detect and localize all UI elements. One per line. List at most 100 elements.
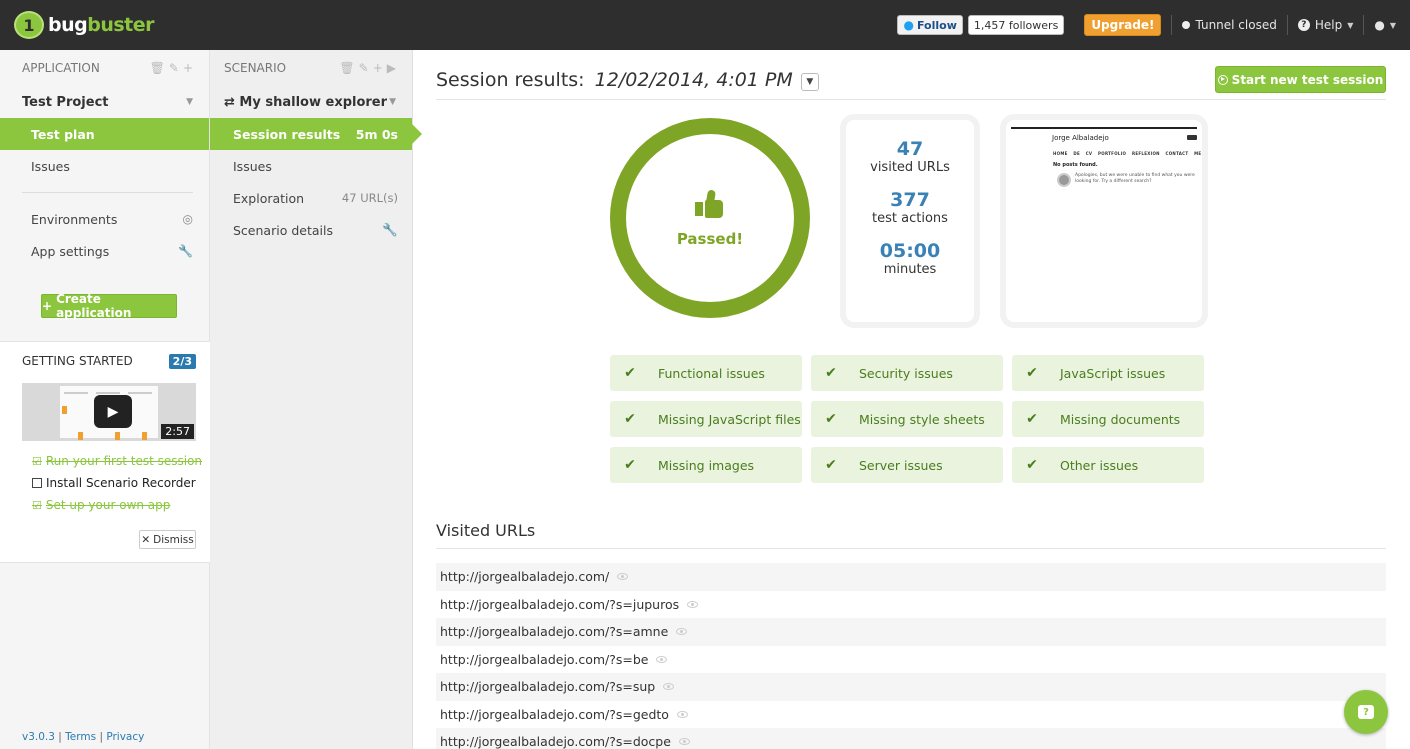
check-javascript-issues: ✔ JavaScript issues: [1012, 355, 1204, 391]
check-icon: ✔: [624, 365, 636, 381]
visited-urls-list: http://jorgealbaladejo.com/ http://jorge…: [436, 563, 1386, 749]
application-tools[interactable]: 🗑✎+: [150, 61, 197, 75]
create-application-button[interactable]: + Create application: [41, 292, 177, 320]
version-link[interactable]: v3.0.3: [22, 731, 55, 743]
url-row[interactable]: http://jorgealbaladejo.com/?s=sup: [436, 673, 1386, 701]
scenario-item-session-results[interactable]: Session results 5m 0s: [210, 118, 422, 150]
check-icon: ✔: [825, 411, 837, 427]
url-row[interactable]: http://jorgealbaladejo.com/?s=jupuros: [436, 591, 1386, 619]
help-chat-button[interactable]: ?: [1344, 690, 1388, 734]
url-row[interactable]: http://jorgealbaladejo.com/?s=gedto: [436, 701, 1386, 729]
plus-icon: +: [42, 299, 53, 313]
screenshot-site-title: Jorge Albaladejo: [1052, 134, 1109, 142]
check-icon: ✔: [825, 457, 837, 473]
terms-link[interactable]: Terms: [65, 731, 96, 743]
sidebar-item-issues[interactable]: Issues: [0, 150, 209, 182]
footer-links: v3.0.3 | Terms | Privacy: [22, 731, 145, 743]
scenario-item-details[interactable]: Scenario details 🔧: [210, 214, 412, 246]
eye-icon[interactable]: [617, 573, 629, 581]
sad-face-icon: [1057, 173, 1071, 187]
page-screenshot[interactable]: Jorge Albaladejo HOME DE CV PORTFOLIO RE…: [1006, 120, 1202, 322]
url-row[interactable]: http://jorgealbaladejo.com/?s=docpe: [436, 728, 1386, 749]
sidebar-item-app-settings[interactable]: App settings 🔧: [0, 235, 209, 267]
twitter-bird-icon: ●: [903, 18, 914, 32]
result-ring: Passed!: [610, 118, 810, 318]
task-run-first-session[interactable]: ☑ Run your first test session: [32, 454, 202, 468]
url-row[interactable]: http://jorgealbaladejo.com/?s=amne: [436, 618, 1386, 646]
test-actions-count: 377: [890, 189, 930, 211]
wrench-icon: 🔧: [178, 244, 193, 258]
dismiss-button[interactable]: ✕ Dismiss: [139, 530, 196, 549]
session-date: 12/02/2014, 4:01 PM: [594, 69, 793, 91]
check-missing-documents: ✔ Missing documents: [1012, 401, 1204, 437]
screenshot-heading: No posts found.: [1053, 162, 1098, 168]
unchecked-box-icon: [32, 478, 42, 488]
user-icon: ●: [1374, 18, 1385, 32]
sidebar-item-test-plan[interactable]: Test plan: [0, 118, 209, 150]
scenario-item-exploration[interactable]: Exploration 47 URL(s): [210, 182, 412, 214]
check-icon: ✔: [624, 411, 636, 427]
privacy-link[interactable]: Privacy: [106, 731, 144, 743]
checked-box-icon: ☑: [32, 498, 42, 512]
scenario-tools[interactable]: 🗑✎+▶: [339, 61, 400, 75]
eye-icon[interactable]: [656, 655, 668, 663]
project-selector[interactable]: Test Project ▼: [0, 86, 209, 118]
checked-box-icon: ☑: [32, 454, 42, 468]
visited-urls-count: 47: [896, 138, 924, 160]
eye-icon[interactable]: [676, 710, 688, 718]
task-set-up-app[interactable]: ☑ Set up your own app: [32, 498, 170, 512]
check-icon: ✔: [624, 457, 636, 473]
eye-icon[interactable]: [687, 600, 699, 608]
sidebar-item-environments[interactable]: Environments ◎: [0, 203, 209, 235]
check-security-issues: ✔ Security issues: [811, 355, 1003, 391]
twitter-followers-count[interactable]: 1,457 followers: [967, 15, 1065, 35]
bugbuster-logo[interactable]: 1 bugbuster: [14, 11, 155, 39]
result-status: Passed!: [676, 230, 744, 248]
stats-card: 47 visited URLs 377 test actions 05:00 m…: [846, 120, 974, 322]
check-icon: ✔: [1026, 457, 1038, 473]
session-date-dropdown[interactable]: ▼: [800, 73, 819, 91]
tunnel-status[interactable]: Tunnel closed: [1182, 18, 1277, 32]
logo-icon: 1: [14, 11, 44, 39]
tutorial-video[interactable]: ▶ 2:57: [22, 383, 196, 441]
play-circle-icon: [1217, 74, 1228, 85]
chat-bubble-icon: ?: [1358, 705, 1374, 719]
screenshot-menu: HOME DE CV PORTFOLIO REFLEXION CONTACT M…: [1053, 151, 1202, 156]
top-navbar: 1 bugbuster ● Follow 1,457 followers Upg…: [0, 0, 1410, 50]
upgrade-button[interactable]: Upgrade!: [1084, 14, 1162, 36]
check-missing-images: ✔ Missing images: [610, 447, 802, 483]
dashboard-icon: ◎: [182, 212, 193, 226]
progress-badge: 2/3: [168, 353, 196, 369]
exchange-icon: ⇄: [224, 94, 240, 110]
play-icon[interactable]: ▶: [94, 395, 132, 428]
video-duration: 2:57: [161, 424, 194, 439]
scenario-selector[interactable]: ⇄ My shallow explorer ▼: [210, 86, 412, 118]
start-new-session-button[interactable]: Start new test session: [1215, 66, 1386, 93]
url-row[interactable]: http://jorgealbaladejo.com/: [436, 563, 1386, 591]
eye-icon[interactable]: [676, 628, 688, 636]
check-icon: ✔: [1026, 411, 1038, 427]
check-missing-js-files: ✔ Missing JavaScript files: [610, 401, 802, 437]
eye-icon[interactable]: [678, 738, 690, 746]
logo-text: bugbuster: [48, 14, 155, 36]
page-title: Session results: 12/02/2014, 4:01 PM ▼: [436, 69, 819, 91]
user-menu[interactable]: ● ▼: [1374, 18, 1396, 32]
help-menu[interactable]: ? Help ▼: [1297, 18, 1354, 32]
status-dot-icon: [1182, 21, 1191, 29]
scenario-item-issues[interactable]: Issues: [210, 150, 412, 182]
url-row[interactable]: http://jorgealbaladejo.com/?s=be: [436, 646, 1386, 674]
chevron-down-icon: ▼: [186, 97, 193, 107]
check-icon: ✔: [1026, 365, 1038, 381]
check-icon: ✔: [825, 365, 837, 381]
scenario-sidebar: SCENARIO 🗑✎+▶ ⇄ My shallow explorer ▼ Se…: [210, 50, 422, 749]
application-header: APPLICATION 🗑✎+: [22, 61, 197, 75]
visited-urls-heading: Visited URLs: [436, 521, 536, 540]
application-sidebar: APPLICATION 🗑✎+ Test Project ▼ Test plan…: [0, 50, 210, 749]
task-install-recorder[interactable]: Install Scenario Recorder: [32, 476, 196, 490]
check-other-issues: ✔ Other issues: [1012, 447, 1204, 483]
eye-icon[interactable]: [663, 683, 675, 691]
chevron-down-icon: ▼: [389, 97, 396, 107]
caret-down-icon: ▼: [1347, 20, 1354, 30]
twitter-follow-button[interactable]: ● Follow: [897, 15, 963, 35]
wrench-icon: 🔧: [382, 222, 398, 237]
